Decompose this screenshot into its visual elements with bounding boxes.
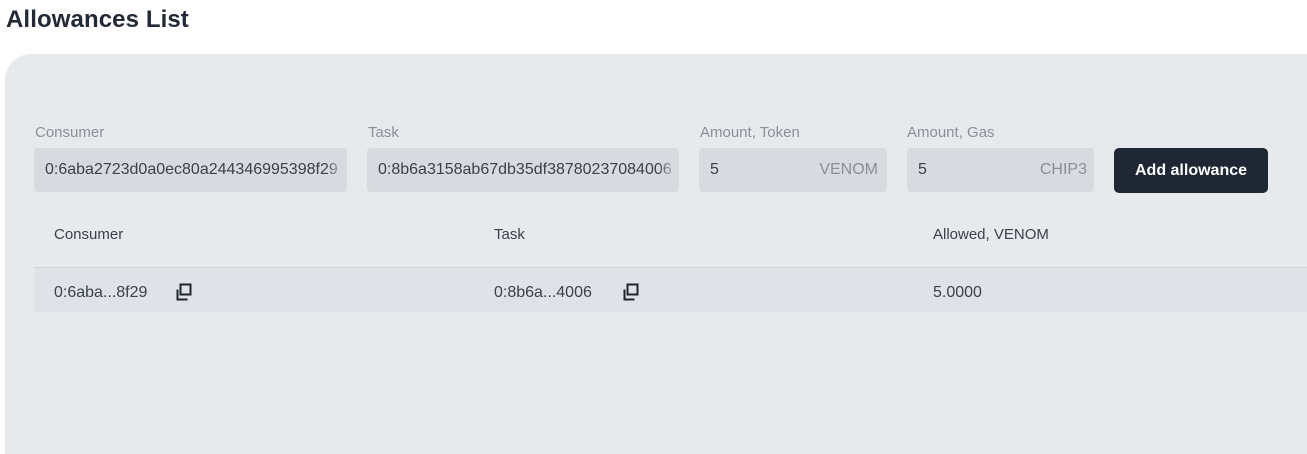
amount-gas-unit: CHIP3 — [1039, 161, 1087, 178]
add-allowance-button[interactable]: Add allowance — [1114, 148, 1268, 193]
row-allowed: 5.0000 — [933, 284, 982, 301]
page-title: Allowances List — [6, 6, 189, 33]
column-header-consumer: Consumer — [54, 226, 124, 243]
allowances-panel — [5, 54, 1307, 454]
amount-gas-value: 5 — [918, 161, 927, 178]
table-row: 0:6aba...8f29 0:8b6a...4006 5.0000 — [34, 267, 1307, 312]
amount-token-input[interactable]: 5 VENOM — [699, 148, 887, 192]
column-header-allowed: Allowed, VENOM — [933, 226, 1049, 243]
task-input[interactable]: 0:8b6a3158ab67db35df38780237084006 — [367, 148, 679, 192]
amount-gas-input[interactable]: 5 CHIP3 — [907, 148, 1094, 192]
row-task: 0:8b6a...4006 — [494, 284, 592, 301]
consumer-input-value: 0:6aba2723d0a0ec80a244346995398f29 — [45, 161, 338, 178]
amount-gas-label: Amount, Gas — [907, 124, 995, 141]
amount-token-label: Amount, Token — [700, 124, 800, 141]
column-header-task: Task — [494, 226, 525, 243]
consumer-input[interactable]: 0:6aba2723d0a0ec80a244346995398f29 — [34, 148, 347, 192]
consumer-label: Consumer — [35, 124, 105, 141]
row-consumer: 0:6aba...8f29 — [54, 284, 148, 301]
amount-token-value: 5 — [710, 161, 719, 178]
copy-icon[interactable] — [623, 283, 641, 301]
copy-icon[interactable] — [176, 283, 194, 301]
amount-token-unit: VENOM — [819, 161, 878, 178]
task-label: Task — [368, 124, 399, 141]
task-input-value: 0:8b6a3158ab67db35df38780237084006 — [378, 161, 672, 178]
